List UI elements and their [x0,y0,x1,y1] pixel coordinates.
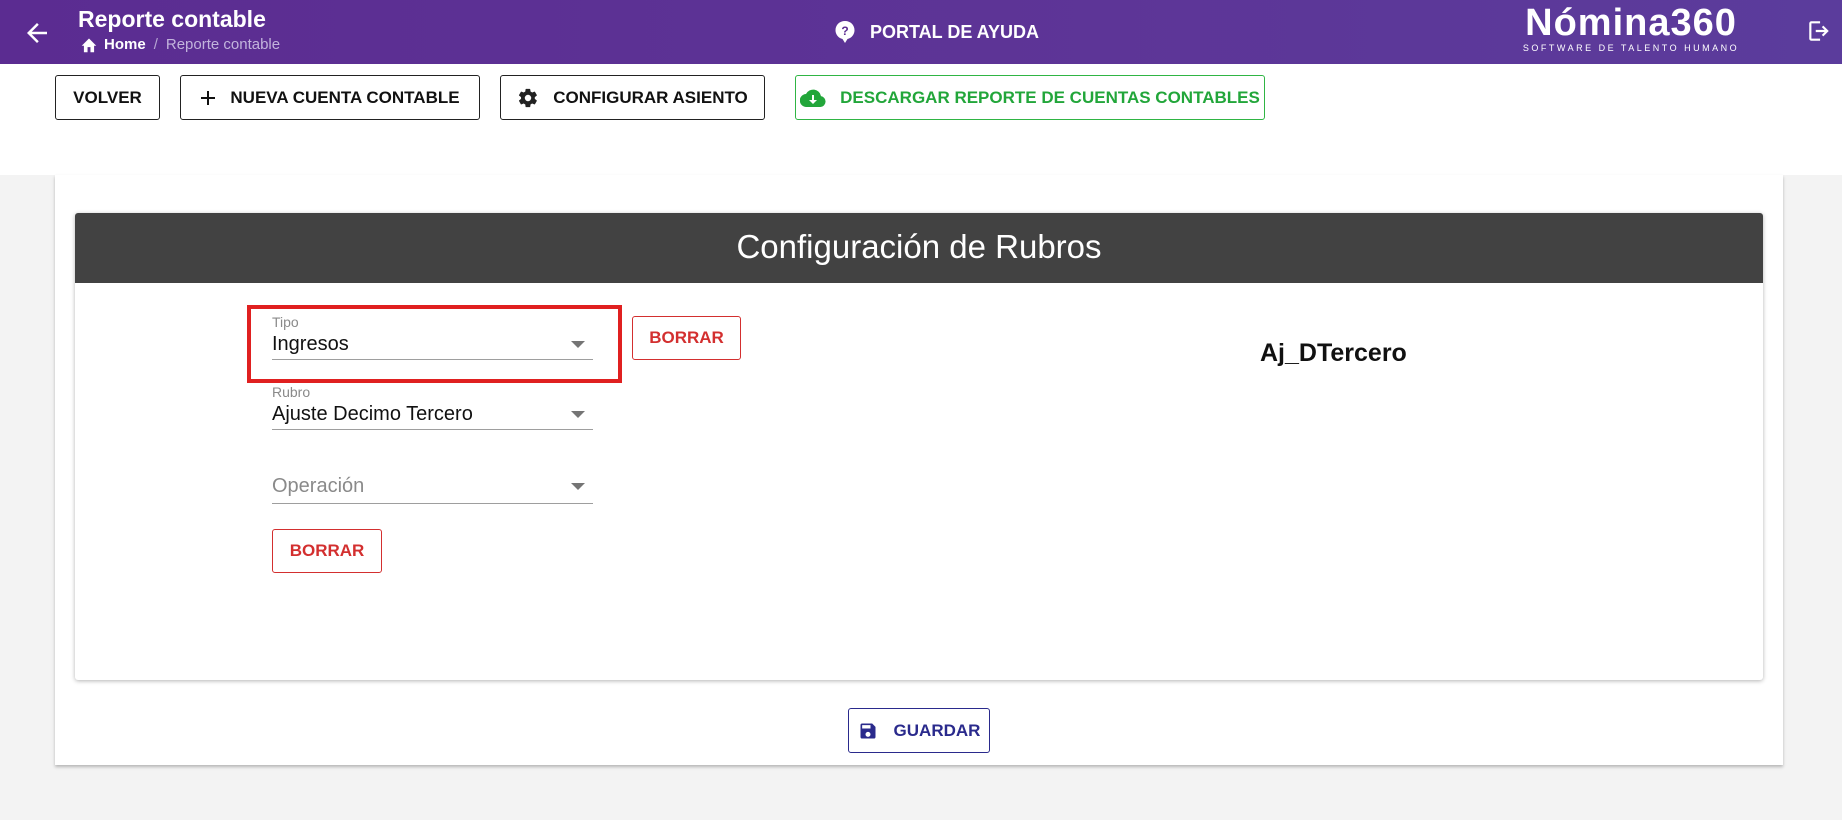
help-portal-link[interactable]: ? PORTAL DE AYUDA [834,20,1039,44]
rubros-config-section: Configuración de Rubros Tipo Ingresos BO… [75,213,1763,680]
svg-text:?: ? [841,24,848,38]
configure-entry-button[interactable]: CONFIGURAR ASIENTO [500,75,765,120]
clear-tipo-button-label: BORRAR [649,328,724,347]
page-title: Reporte contable [78,6,266,32]
save-button[interactable]: GUARDAR [848,708,990,753]
arrow-back-icon[interactable] [22,18,52,48]
breadcrumb-current: Reporte contable [165,36,281,53]
tipo-value: Ingresos [272,333,349,355]
rubro-code: Aj_DTercero [1260,339,1407,367]
operacion-placeholder: Operación [272,475,365,497]
cloud-download-icon [800,89,826,107]
configure-entry-button-label: CONFIGURAR ASIENTO [553,87,748,107]
breadcrumb-home[interactable]: Home [80,36,146,53]
breadcrumb: Home / Reporte contable [80,36,280,53]
brand-logo: Nómina360 SOFTWARE DE TALENTO HUMANO [1518,3,1744,53]
save-button-label: GUARDAR [893,720,981,740]
save-icon [860,723,876,738]
gear-icon [519,88,538,107]
action-toolbar: VOLVER NUEVA CUENTA CONTABLE CONFIGURAR … [0,64,1842,175]
new-account-button-label: NUEVA CUENTA CONTABLE [230,87,460,107]
help-portal-label: PORTAL DE AYUDA [870,21,1040,42]
new-account-button[interactable]: NUEVA CUENTA CONTABLE [180,75,480,120]
chevron-down-icon [571,483,585,490]
app-header: Reporte contable Home / Reporte contable… [0,0,1842,64]
plus-icon [201,90,216,105]
logout-icon[interactable] [1806,18,1832,44]
back-button[interactable]: VOLVER [55,75,160,120]
rubro-label: Rubro [272,384,311,400]
home-icon [81,37,97,52]
clear-operacion-button-label: BORRAR [289,541,365,560]
breadcrumb-separator: / [153,36,158,53]
rubro-select[interactable]: Rubro Ajuste Decimo Tercero [272,384,593,430]
logo-name: Nómina360 [1525,2,1737,44]
operacion-select[interactable]: Operación [272,470,593,504]
help-icon: ? [835,21,855,43]
section-title: Configuración de Rubros [75,213,1763,283]
main-card: Configuración de Rubros Tipo Ingresos BO… [55,175,1783,765]
logo-tagline: SOFTWARE DE TALENTO HUMANO [1522,43,1740,53]
breadcrumb-home-label: Home [104,36,146,53]
rubro-value: Ajuste Decimo Tercero [272,403,473,425]
back-button-label: VOLVER [73,87,142,107]
chevron-down-icon [571,411,585,418]
download-report-button[interactable]: DESCARGAR REPORTE DE CUENTAS CONTABLES [795,75,1265,120]
chevron-down-icon [571,341,585,348]
tipo-select[interactable]: Tipo Ingresos [272,314,593,360]
clear-operacion-button[interactable]: BORRAR [272,529,382,573]
clear-tipo-button[interactable]: BORRAR [632,316,741,360]
download-report-button-label: DESCARGAR REPORTE DE CUENTAS CONTABLES [840,87,1260,107]
tipo-label: Tipo [272,314,299,330]
